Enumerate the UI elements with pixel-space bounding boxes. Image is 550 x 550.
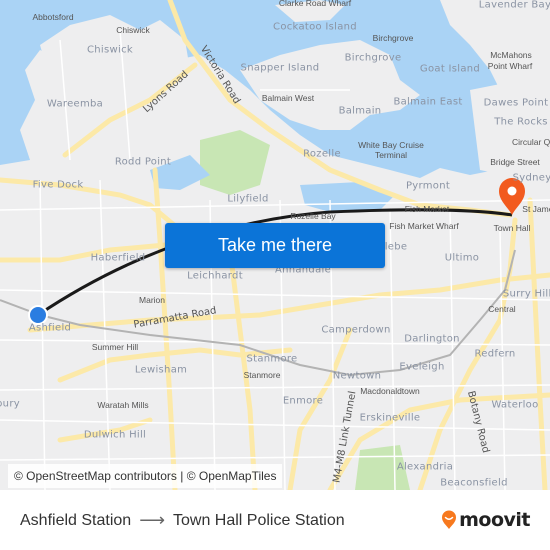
map-label: Bridge Street: [490, 157, 540, 167]
map-attribution[interactable]: © OpenStreetMap contributors | © OpenMap…: [8, 464, 283, 488]
map-label: Sydney: [512, 172, 550, 184]
map-label: Dawes Point: [483, 97, 549, 109]
map-label: Rozelle: [303, 148, 341, 160]
map-label: Fish Market: [404, 204, 450, 214]
map-label: Abbotsford: [32, 12, 74, 22]
map-label: Camperdown: [321, 324, 391, 336]
map-label: Erskineville: [359, 412, 421, 424]
map-label: Newtown: [332, 370, 382, 382]
map-label: Enmore: [282, 395, 324, 407]
map-label: White Bay Cruise: [358, 140, 424, 150]
map-label: Stanmore: [243, 370, 281, 380]
origin-name: Ashfield Station: [20, 511, 132, 529]
take-me-there-button[interactable]: Take me there: [165, 223, 385, 268]
map-label: Wareemba: [46, 98, 104, 110]
map-label: Lilyfield: [227, 193, 269, 205]
map-label: Darlington: [404, 333, 460, 345]
map-label: Ashfield: [28, 322, 72, 334]
map-label: Cockatoo Island: [273, 21, 357, 33]
map-label: Terminal: [374, 150, 408, 160]
moovit-logo[interactable]: moovit: [441, 509, 530, 531]
map-label: Five Dock: [32, 179, 84, 191]
map-label: The Rocks: [494, 116, 548, 128]
brand-name: moovit: [459, 509, 530, 531]
map-label: Balmain West: [261, 93, 315, 103]
map-label: Goat Island: [419, 63, 481, 75]
map-label: Chiswick: [116, 25, 150, 35]
map-label: bury: [0, 398, 20, 410]
map-label: Waratah Mills: [97, 400, 149, 410]
map-label: Macdonaldtown: [360, 386, 420, 396]
map-label: Dulwich Hill: [83, 429, 147, 441]
map-label: Alexandria: [396, 461, 454, 473]
map-label: Birchgrove: [372, 33, 414, 43]
map-label: Fish Market Wharf: [389, 221, 459, 231]
arrow-right-icon: ⟶: [139, 510, 165, 530]
map-label: Redfern: [474, 348, 516, 360]
map-label: Leichhardt: [187, 270, 243, 282]
map-label: Balmain East: [393, 96, 463, 108]
map[interactable]: Abbotsford Chiswick Chiswick Wareemba Ly…: [0, 0, 550, 490]
map-label: McMahons: [490, 50, 532, 60]
map-label: Beaconsfield: [440, 477, 508, 489]
map-label: Rozelle Bay: [290, 211, 336, 221]
footer: Ashfield Station ⟶ Town Hall Police Stat…: [0, 490, 550, 550]
route-summary: Ashfield Station ⟶ Town Hall Police Stat…: [20, 510, 345, 531]
map-label: Central: [488, 304, 516, 314]
map-label: Surry Hills: [502, 288, 550, 300]
map-label: Birchgrove: [344, 52, 402, 64]
map-label: Lewisham: [134, 364, 188, 376]
map-label: Rodd Point: [114, 156, 172, 168]
destination-name: Town Hall Police Station: [173, 511, 345, 529]
map-label: Circular Quay: [512, 137, 550, 147]
map-label: Marion: [139, 295, 165, 305]
map-label: Waterloo: [491, 399, 539, 411]
map-label: Clarke Road Wharf: [278, 0, 352, 8]
map-label: Balmain: [338, 105, 382, 117]
map-label: Snapper Island: [240, 62, 320, 74]
map-label: Haberfield: [90, 252, 146, 264]
map-label: Ultimo: [444, 252, 480, 264]
map-label: Lavender Bay: [478, 0, 550, 11]
water-rozelle-bay: [300, 182, 395, 212]
origin-marker: [28, 305, 48, 325]
map-label: Town Hall: [493, 223, 531, 233]
map-label: St James: [522, 204, 550, 214]
map-label: Chiswick: [87, 44, 133, 56]
map-label: Eveleigh: [399, 361, 445, 373]
map-label: Pyrmont: [405, 180, 451, 192]
map-label: Point Wharf: [487, 61, 533, 71]
moovit-pin-icon: [442, 510, 457, 529]
map-label: Stanmore: [246, 353, 298, 365]
map-label: Summer Hill: [91, 342, 139, 352]
